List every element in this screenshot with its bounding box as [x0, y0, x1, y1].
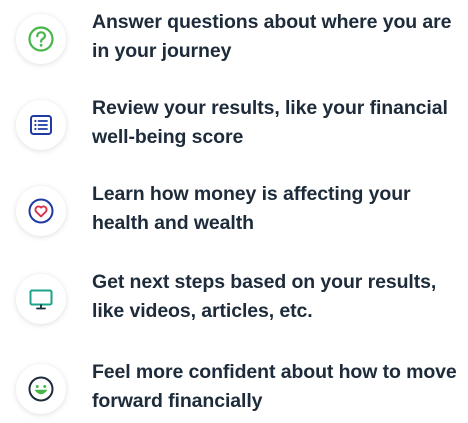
monitor-icon: [29, 289, 53, 310]
icon-badge: [16, 100, 66, 150]
step-text: Learn how money is affecting your health…: [92, 183, 411, 234]
step-item: Get next steps based on your results, li…: [0, 264, 468, 334]
step-text: Answer questions about where you are in …: [92, 11, 452, 62]
step-text: Get next steps based on your results, li…: [92, 271, 437, 322]
step-text: Feel more confident about how to move fo…: [92, 361, 457, 412]
steps-list: Answer questions about where you are in …: [0, 0, 468, 423]
question-circle-icon: [28, 26, 54, 52]
step-item: Feel more confident about how to move fo…: [0, 354, 468, 423]
icon-badge: [16, 274, 66, 324]
step-text: Review your results, like your financial…: [92, 97, 448, 148]
icon-badge: [16, 186, 66, 236]
icon-badge: [16, 364, 66, 414]
step-item: Learn how money is affecting your health…: [0, 176, 468, 246]
step-item: Review your results, like your financial…: [0, 90, 468, 160]
heart-icon: [28, 198, 54, 224]
smiley-icon: [28, 376, 54, 402]
step-item: Answer questions about where you are in …: [0, 4, 468, 74]
icon-badge: [16, 14, 66, 64]
list-icon: [30, 115, 52, 135]
